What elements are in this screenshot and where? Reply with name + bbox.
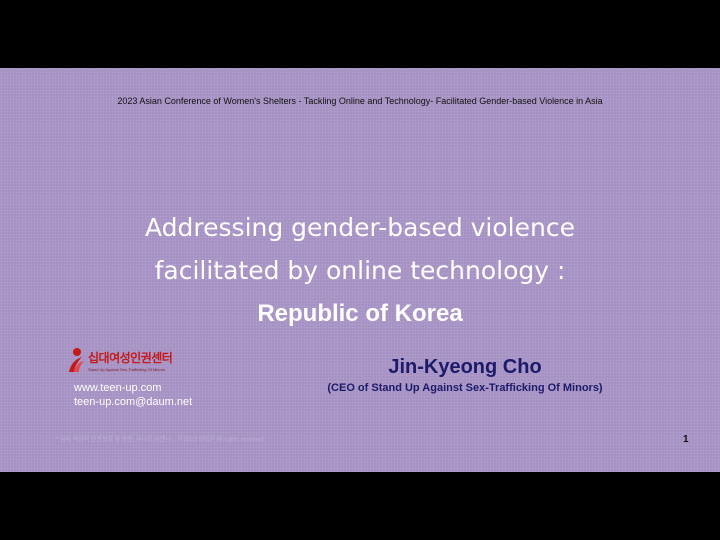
website-link[interactable]: www.teen-up.com (74, 381, 192, 395)
slide-title: Addressing gender-based violence facilit… (0, 206, 720, 335)
presenter-block: Jin-Kyeong Cho (CEO of Stand Up Against … (310, 356, 620, 394)
email-link[interactable]: teen-up.com@daum.net (74, 395, 192, 409)
presentation-slide: 2023 Asian Conference of Women's Shelter… (0, 68, 720, 472)
slide-title-line-1: Addressing gender-based violence (145, 213, 575, 242)
presenter-role: (CEO of Stand Up Against Sex-Trafficking… (327, 382, 603, 394)
organization-logo: 십대여성인권센터 Stand Up Against Sex-Traffickin… (66, 347, 173, 373)
presenter-name: Jin-Kyeong Cho (388, 356, 542, 378)
conference-title: 2023 Asian Conference of Women's Shelter… (117, 96, 603, 106)
letterbox-bottom (0, 472, 720, 540)
organization-logo-icon (69, 348, 84, 372)
slide-title-line-2: facilitated by online technology : (154, 256, 566, 285)
slide-title-line-3: Republic of Korea (257, 300, 463, 327)
letterbox-top (0, 0, 720, 68)
copyright-notice: * 십대 여성의 인권보호 및 증진, 유나호 유엔나... Ⓒ2023 STC… (56, 437, 264, 443)
contact-links: www.teen-up.com teen-up.com@daum.net (74, 381, 192, 409)
logo-tagline: Stand Up Against Sex-Trafficking Of Mino… (88, 366, 165, 372)
logo-name: 십대여성인권센터 (88, 350, 173, 365)
slide-number: 1 (683, 434, 689, 445)
